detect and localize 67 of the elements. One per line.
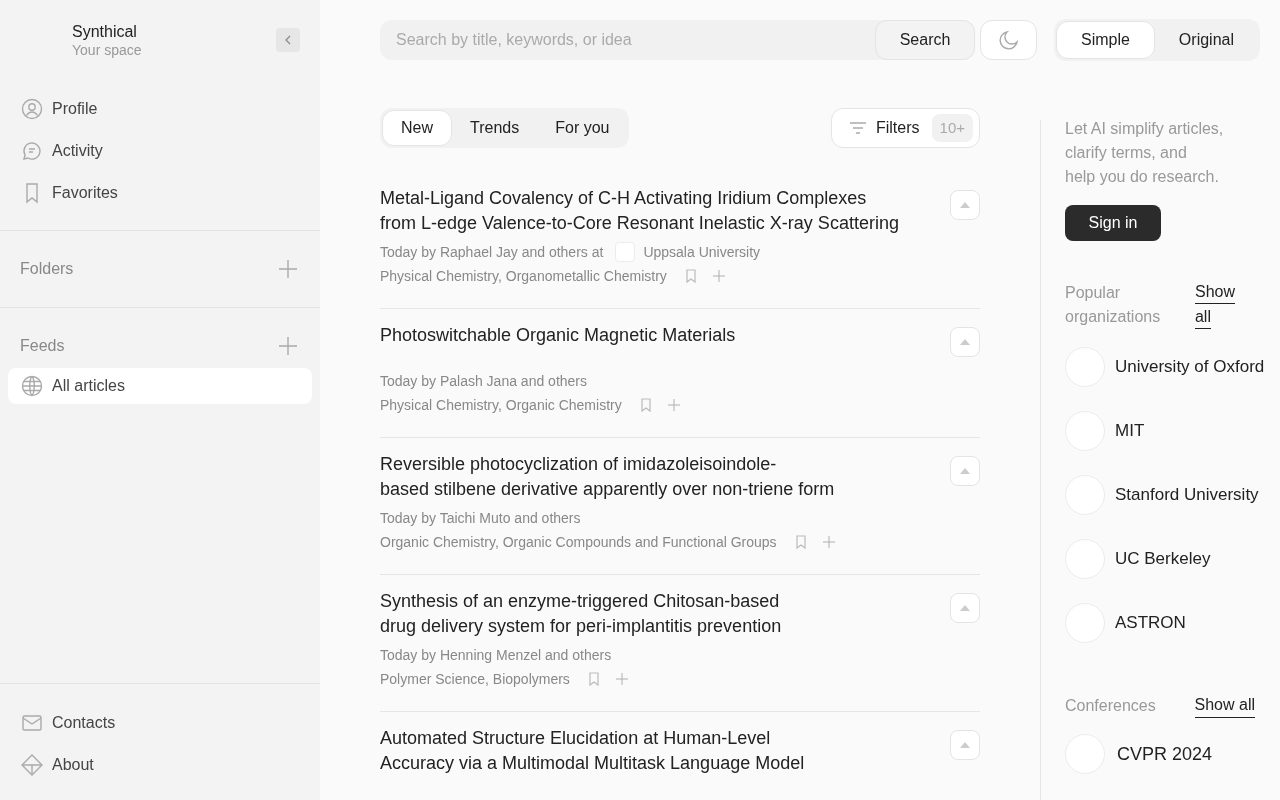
- search-button[interactable]: Search: [874, 20, 976, 60]
- show-all-link[interactable]: Show all: [1194, 693, 1255, 718]
- triangle-up-icon: [959, 338, 971, 346]
- mode-option[interactable]: Simple: [1055, 21, 1155, 59]
- chat-icon: [20, 139, 44, 163]
- upvote-button[interactable]: [950, 456, 980, 486]
- nav-link[interactable]: Activity: [20, 130, 300, 172]
- organization-item[interactable]: University of Oxford: [1065, 347, 1276, 387]
- conference-item[interactable]: CVPR 2024: [1065, 734, 1276, 774]
- nav-link[interactable]: Profile: [20, 88, 300, 130]
- brand-name: Synthical: [72, 22, 138, 42]
- filters-button[interactable]: Filters 10+: [831, 108, 980, 148]
- article-meta: Today by Taichi Muto and others: [380, 508, 581, 528]
- user-icon: [20, 97, 44, 121]
- feed-item[interactable]: All articles: [8, 368, 312, 404]
- organization-link[interactable]: Uppsala University: [643, 241, 761, 263]
- filters-count: 10+: [931, 114, 973, 142]
- upvote-button[interactable]: [950, 593, 980, 623]
- plus-icon[interactable]: [665, 397, 682, 413]
- collapse-button[interactable]: [276, 28, 300, 52]
- search-field[interactable]: Search by title, keywords, or idea Search: [380, 20, 976, 60]
- article-topics: Physical Chemistry, Organometallic Chemistry: [380, 266, 667, 286]
- article-meta: Today by Raphael Jay and others at: [380, 242, 604, 262]
- article-title[interactable]: Synthesis of an enzyme-triggered Chitosan-based drug delivery system for peri-implantitis prevention: [380, 589, 782, 639]
- feed-tab[interactable]: New: [382, 110, 452, 146]
- triangle-up-icon: [959, 604, 971, 612]
- article-title[interactable]: Automated Structure Elucidation at Human-Level Accuracy via a Multimodal Multitask Language Model: [380, 726, 805, 776]
- globe-icon: [20, 374, 44, 398]
- organization-item[interactable]: MIT: [1065, 411, 1276, 451]
- plus-icon[interactable]: [276, 257, 300, 281]
- show-all-link[interactable]: Show all: [1194, 281, 1235, 331]
- section-title: Feeds: [20, 336, 65, 356]
- organization-item[interactable]: ASTRON: [1065, 603, 1276, 643]
- brand-subtitle: Your space: [72, 42, 142, 58]
- upvote-button[interactable]: [950, 327, 980, 357]
- article-title[interactable]: Reversible photocyclization of imidazoleisoindole- based stilbene derivative apparently over non-triene form: [380, 452, 837, 502]
- article-title[interactable]: Metal-Ligand Covalency of C-H Activating Iridium Complexes from L-edge Valence-to-Core Resonant Inelastic X-ray Scattering: [380, 186, 899, 236]
- nav-link[interactable]: Contacts: [20, 702, 300, 744]
- article-title[interactable]: Photoswitchable Organic Magnetic Materials: [380, 323, 736, 348]
- plus-icon[interactable]: [276, 334, 300, 358]
- section-title: Folders: [20, 259, 74, 279]
- nav-link[interactable]: About: [20, 744, 300, 786]
- theme-toggle-button[interactable]: [980, 20, 1037, 60]
- feed-tab[interactable]: Trends: [452, 110, 538, 146]
- promo-text: Let AI simplify articles, clarify terms, and help you do research.: [1065, 119, 1225, 187]
- triangle-up-icon: [959, 201, 971, 209]
- section-title: Popular organizations: [1065, 283, 1161, 327]
- section-title: Conferences: [1065, 695, 1156, 716]
- organization-item[interactable]: Stanford University: [1065, 475, 1276, 515]
- diamond-icon: [20, 753, 44, 777]
- article-meta: Today by Henning Menzel and others: [380, 645, 612, 665]
- mode-option[interactable]: Original: [1154, 21, 1258, 59]
- article-meta: Today by Palash Jana and others: [380, 371, 588, 391]
- organization-item[interactable]: UC Berkeley: [1065, 539, 1276, 579]
- sign-in-button[interactable]: Sign in: [1065, 205, 1161, 241]
- upvote-button[interactable]: [950, 190, 980, 220]
- article-topics: Physical Chemistry, Organic Chemistry: [380, 395, 622, 415]
- article-topics: Polymer Science, Biopolymers: [380, 669, 570, 689]
- plus-icon[interactable]: [613, 671, 630, 687]
- nav-link[interactable]: Favorites: [20, 172, 300, 214]
- plus-icon[interactable]: [820, 534, 837, 550]
- plus-icon[interactable]: [710, 268, 727, 284]
- feed-tab[interactable]: For you: [537, 110, 628, 146]
- article-topics: Organic Chemistry, Organic Compounds and Functional Groups: [380, 532, 777, 552]
- triangle-up-icon: [959, 467, 971, 475]
- triangle-up-icon: [959, 741, 971, 749]
- upvote-button[interactable]: [950, 730, 980, 760]
